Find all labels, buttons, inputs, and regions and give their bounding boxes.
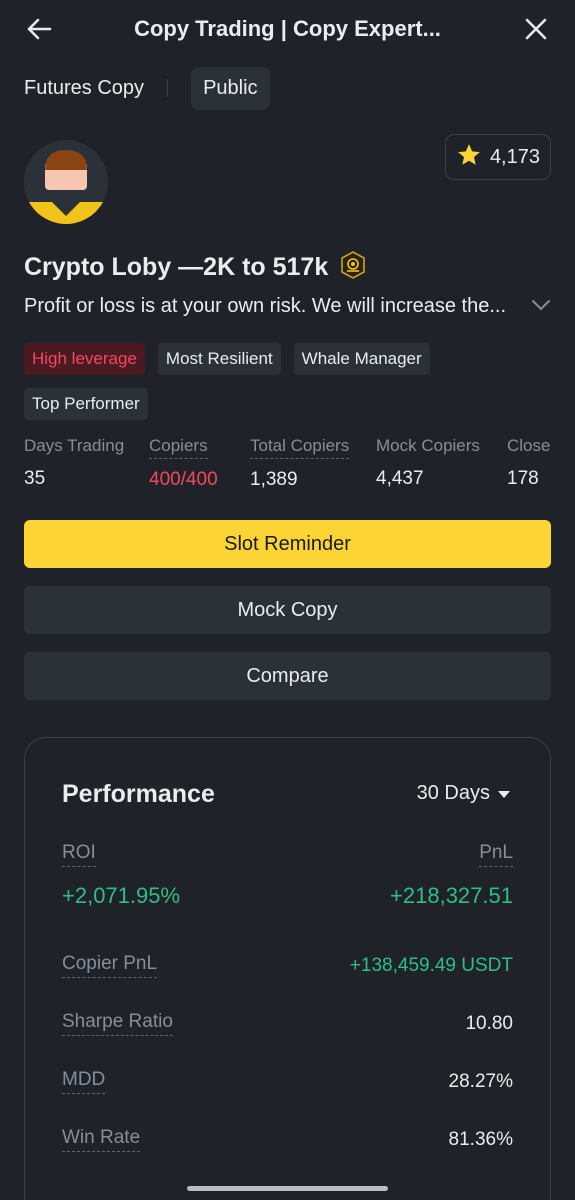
stat-label: Close	[507, 436, 551, 455]
app-header: Copy Trading | Copy Expert...	[0, 0, 575, 58]
stat-days-trading: Days Trading 35	[24, 436, 124, 490]
page-title: Copy Trading | Copy Expert...	[134, 16, 441, 41]
compare-button[interactable]: Compare	[24, 652, 551, 700]
metric-value: 81.36%	[448, 1128, 513, 1150]
home-indicator[interactable]	[187, 1186, 388, 1191]
metric-label[interactable]: Sharpe Ratio	[62, 1011, 173, 1036]
tag-top-performer: Top Performer	[24, 388, 148, 420]
favorite-button[interactable]: 4,173	[444, 134, 551, 180]
stat-total-copiers[interactable]: Total Copiers 1,389	[250, 436, 350, 491]
tag-most-resilient: Most Resilient	[157, 343, 281, 375]
metric-value: 28.27%	[448, 1070, 513, 1092]
metric-label[interactable]: Win Rate	[62, 1127, 141, 1152]
mock-copy-button[interactable]: Mock Copy	[24, 586, 551, 634]
period-selector[interactable]: 30 Days	[417, 782, 510, 805]
stat-value: 4,437	[376, 468, 424, 489]
metric-row: Win Rate 81.36%	[62, 1127, 513, 1152]
tab-divider	[167, 79, 169, 97]
tab-futures-copy[interactable]: Futures Copy	[24, 77, 144, 100]
trader-stats: Days Trading 35 Copiers 400/400 Total Co…	[24, 436, 575, 496]
stat-close: Close 178	[507, 436, 550, 490]
metric-row: MDD 28.27%	[62, 1069, 513, 1094]
metric-row: Copier PnL +138,459.49 USDT	[62, 953, 513, 978]
star-icon	[456, 142, 482, 173]
roi-value: +2,071.95%	[62, 883, 181, 908]
metric-row: Sharpe Ratio 10.80	[62, 1011, 513, 1036]
stat-value: 400/400	[149, 469, 218, 490]
description-row[interactable]: Profit or loss is at your own risk. We w…	[24, 295, 551, 318]
pnl-value: +218,327.51	[390, 883, 513, 908]
stat-copiers[interactable]: Copiers 400/400	[149, 436, 218, 491]
period-label: 30 Days	[416, 782, 490, 804]
tag-high-leverage: High leverage	[24, 343, 145, 375]
slot-reminder-button[interactable]: Slot Reminder	[24, 520, 551, 568]
stat-value: 1,389	[250, 469, 298, 490]
favorite-count: 4,173	[489, 145, 540, 168]
stat-value: 178	[507, 468, 539, 489]
stat-label: Mock Copiers	[376, 436, 480, 455]
tag-whale-manager: Whale Manager	[293, 343, 430, 375]
pnl-label[interactable]: PnL	[479, 842, 513, 867]
roi-label[interactable]: ROI	[62, 842, 96, 867]
trader-name-row: Crypto Loby —2K to 517k	[24, 250, 368, 285]
verified-badge-icon[interactable]	[338, 250, 368, 285]
stat-mock-copiers: Mock Copiers 4,437	[376, 436, 480, 490]
trader-name: Crypto Loby —2K to 517k	[24, 253, 329, 281]
performance-title: Performance	[62, 780, 215, 808]
metric-label[interactable]: MDD	[62, 1069, 106, 1094]
metric-label[interactable]: Copier PnL	[62, 953, 158, 978]
metric-value: 10.80	[465, 1012, 513, 1034]
avatar	[24, 140, 108, 224]
metric-value: +138,459.49 USDT	[349, 954, 513, 976]
close-icon[interactable]	[519, 12, 553, 46]
stat-value: 35	[24, 468, 46, 489]
stat-label: Total Copiers	[250, 436, 350, 459]
performance-card: Performance 30 Days ROI PnL +2,071.95% +…	[24, 737, 551, 1200]
chevron-down-icon[interactable]	[531, 298, 551, 316]
trader-description: Profit or loss is at your own risk. We w…	[24, 295, 507, 317]
stat-label: Days Trading	[24, 436, 125, 455]
copy-type-tabs: Futures Copy Public	[24, 66, 270, 110]
caret-down-icon	[498, 782, 510, 805]
trader-tags: High leverage Most Resilient Whale Manag…	[24, 343, 464, 420]
stat-label: Copiers	[149, 436, 208, 459]
tab-public[interactable]: Public	[191, 66, 270, 110]
